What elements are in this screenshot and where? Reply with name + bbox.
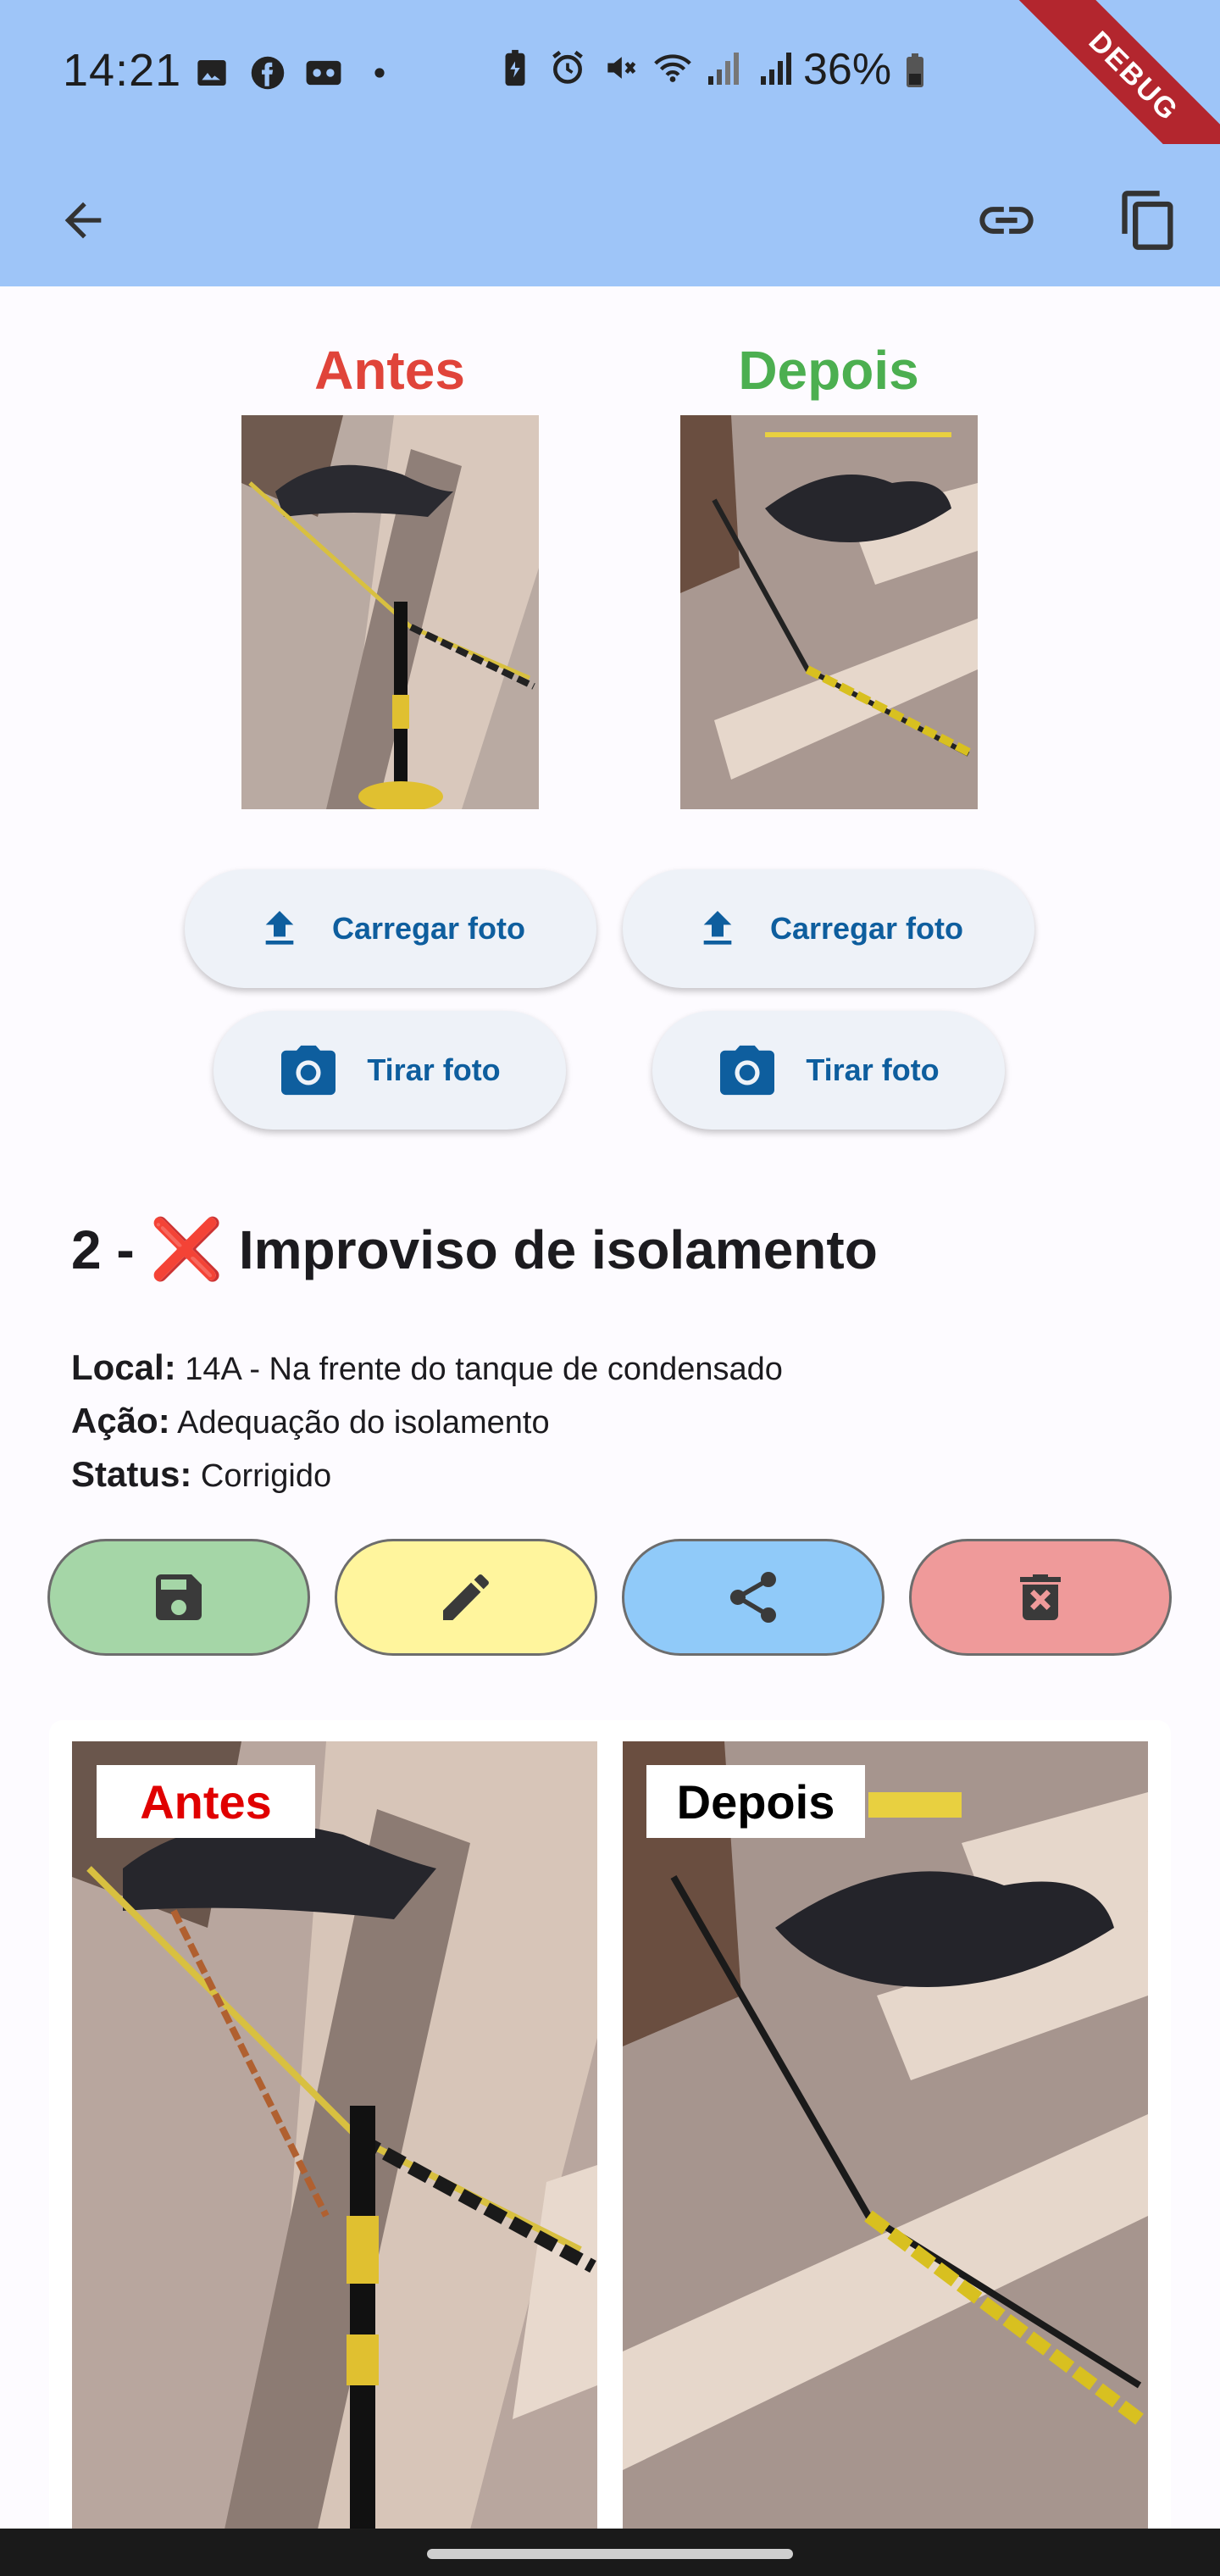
after-upload-button[interactable]: Carregar foto: [623, 869, 1034, 988]
delete-icon: [1020, 1574, 1061, 1620]
link-button[interactable]: [964, 178, 1049, 263]
save-button[interactable]: [47, 1539, 310, 1656]
mute-icon: [602, 49, 639, 86]
after-title: Depois: [738, 340, 919, 401]
signal-icon: [707, 49, 744, 86]
status-line: Status: Corrigido: [71, 1454, 331, 1495]
edit-icon: [443, 1574, 489, 1620]
edit-button[interactable]: [335, 1539, 597, 1656]
arrow-back-icon: [64, 202, 102, 239]
status-x-icon: ❌: [149, 1216, 224, 1282]
local-label: Local:: [71, 1347, 176, 1387]
voicemail-icon: [305, 54, 342, 92]
before-photo-preview[interactable]: [72, 1741, 597, 2529]
after-preview-label: Depois: [646, 1765, 865, 1838]
dot-icon: [361, 54, 398, 92]
acao-line: Ação: Adequação do isolamento: [71, 1401, 550, 1441]
status-bar: 14:21 36%: [0, 0, 1220, 144]
before-camera-button[interactable]: Tirar foto: [214, 1011, 566, 1130]
delete-button[interactable]: [909, 1539, 1172, 1656]
local-line: Local: 14A - Na frente do tanque de cond…: [71, 1347, 783, 1388]
before-camera-label: Tirar foto: [367, 1052, 501, 1087]
copy-icon: [1122, 191, 1173, 250]
upload-icon: [703, 911, 732, 945]
alarm-icon: [549, 49, 586, 86]
camera-icon: [720, 1045, 775, 1096]
after-camera-label: Tirar foto: [806, 1052, 940, 1087]
after-photo-preview[interactable]: [623, 1741, 1148, 2529]
wifi-icon: [654, 49, 691, 86]
acao-value: Adequação do isolamento: [177, 1405, 550, 1441]
home-handle[interactable]: [427, 2549, 793, 2559]
local-value: 14A - Na frente do tanque de condensado: [185, 1352, 783, 1387]
after-upload-label: Carregar foto: [769, 911, 964, 946]
link-icon: [979, 207, 1034, 234]
before-preview-label: Antes: [97, 1765, 315, 1838]
share-button[interactable]: [622, 1539, 884, 1656]
battery-saver-icon: [496, 49, 534, 86]
before-upload-button[interactable]: Carregar foto: [185, 869, 596, 988]
gallery-icon: [193, 54, 230, 92]
battery-icon: [906, 53, 923, 87]
upload-icon: [265, 911, 294, 945]
before-upload-label: Carregar foto: [331, 911, 526, 946]
signal-icon: [759, 49, 796, 86]
save-icon: [156, 1574, 202, 1620]
item-heading: 2 - ❌ Improviso de isolamento: [71, 1215, 878, 1285]
before-photo-thumbnail[interactable]: [241, 415, 539, 809]
before-title: Antes: [314, 340, 465, 401]
item-title: Improviso de isolamento: [238, 1219, 878, 1280]
status-label: Status:: [71, 1454, 192, 1494]
acao-label: Ação:: [71, 1401, 170, 1441]
status-time: 14:21: [63, 45, 182, 96]
item-number: 2 -: [71, 1219, 135, 1280]
facebook-icon: [249, 54, 286, 92]
camera-icon: [281, 1045, 336, 1096]
after-camera-button[interactable]: Tirar foto: [652, 1011, 1005, 1130]
after-photo-thumbnail[interactable]: [680, 415, 978, 809]
back-button[interactable]: [41, 178, 125, 263]
battery-percent: 36%: [803, 45, 892, 94]
share-icon: [729, 1572, 776, 1623]
status-value: Corrigido: [200, 1458, 332, 1494]
copy-button[interactable]: [1106, 178, 1191, 263]
app-bar: [0, 144, 1220, 286]
